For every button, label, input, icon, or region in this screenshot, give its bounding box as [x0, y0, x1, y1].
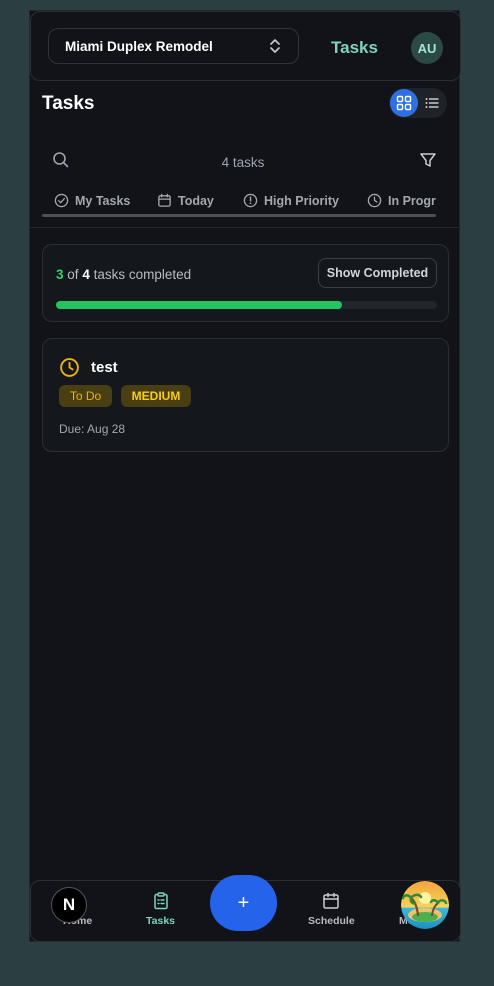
progress-suffix: tasks completed [93, 267, 192, 282]
island-avatar-icon[interactable] [401, 881, 449, 929]
nav-schedule[interactable]: Schedule [308, 891, 355, 927]
tabs-scrollbar[interactable] [42, 214, 436, 217]
chevron-up-down-icon [270, 39, 280, 53]
check-circle-icon [54, 193, 69, 208]
calendar-icon [323, 892, 340, 909]
divider [30, 227, 461, 228]
filter-tabs: My Tasks Today High Priority In Progress [42, 193, 436, 215]
avatar[interactable]: AU [411, 32, 443, 64]
grid-view-button[interactable] [390, 89, 418, 117]
nav-tasks[interactable]: Tasks [146, 891, 175, 927]
app-frame: Miami Duplex Remodel Tasks AU Tasks 4 ta… [29, 10, 461, 942]
tab-today[interactable]: Today [157, 193, 214, 208]
top-bar: Miami Duplex Remodel Tasks AU [30, 11, 461, 81]
nav-label: Schedule [308, 915, 355, 927]
task-count: 4 tasks [221, 155, 265, 170]
tab-high-priority[interactable]: High Priority [243, 193, 339, 208]
add-task-button[interactable]: + [210, 875, 277, 931]
completed-count: 3 [56, 267, 64, 282]
list-view-button[interactable] [418, 89, 446, 117]
progress-bar [56, 301, 437, 309]
status-badge: To Do [59, 385, 112, 407]
task-title: test [91, 359, 118, 376]
of-word: of [67, 267, 79, 282]
project-name: Miami Duplex Remodel [65, 38, 213, 54]
tab-my-tasks[interactable]: My Tasks [54, 193, 130, 208]
clock-icon [60, 358, 79, 377]
tab-label: High Priority [264, 193, 340, 208]
progress-summary: 3 of 4 tasks completed [56, 267, 191, 282]
tab-label: My Tasks [75, 193, 131, 208]
nav-label: Tasks [146, 915, 175, 927]
task-card[interactable]: test To Do MEDIUM Due: Aug 28 [42, 338, 449, 452]
filter-icon[interactable] [419, 151, 437, 169]
view-toggle [389, 88, 447, 118]
page-title: Tasks [42, 93, 95, 114]
show-completed-button[interactable]: Show Completed [318, 258, 437, 288]
progress-card: 3 of 4 tasks completed Show Completed [42, 244, 449, 322]
tab-label: In Progress [388, 193, 436, 208]
search-bar[interactable]: 4 tasks [30, 145, 461, 177]
bottom-nav: Home Tasks + Schedule More N [30, 875, 461, 942]
priority-badge: MEDIUM [121, 385, 191, 407]
calendar-icon [158, 193, 171, 207]
clock-icon [367, 193, 382, 208]
project-selector[interactable]: Miami Duplex Remodel [48, 28, 299, 64]
clipboard-icon [153, 892, 168, 910]
tab-in-progress[interactable]: In Progress [367, 193, 436, 208]
list-icon [425, 98, 439, 108]
app-title[interactable]: Tasks [331, 38, 378, 58]
progress-bar-fill [56, 301, 342, 309]
alert-circle-icon [243, 193, 258, 208]
tab-label: Today [178, 193, 214, 208]
total-count: 4 [82, 267, 90, 282]
due-date: Due: Aug 28 [59, 422, 126, 436]
grid-icon [396, 95, 412, 111]
dev-indicator-badge[interactable]: N [51, 887, 87, 923]
